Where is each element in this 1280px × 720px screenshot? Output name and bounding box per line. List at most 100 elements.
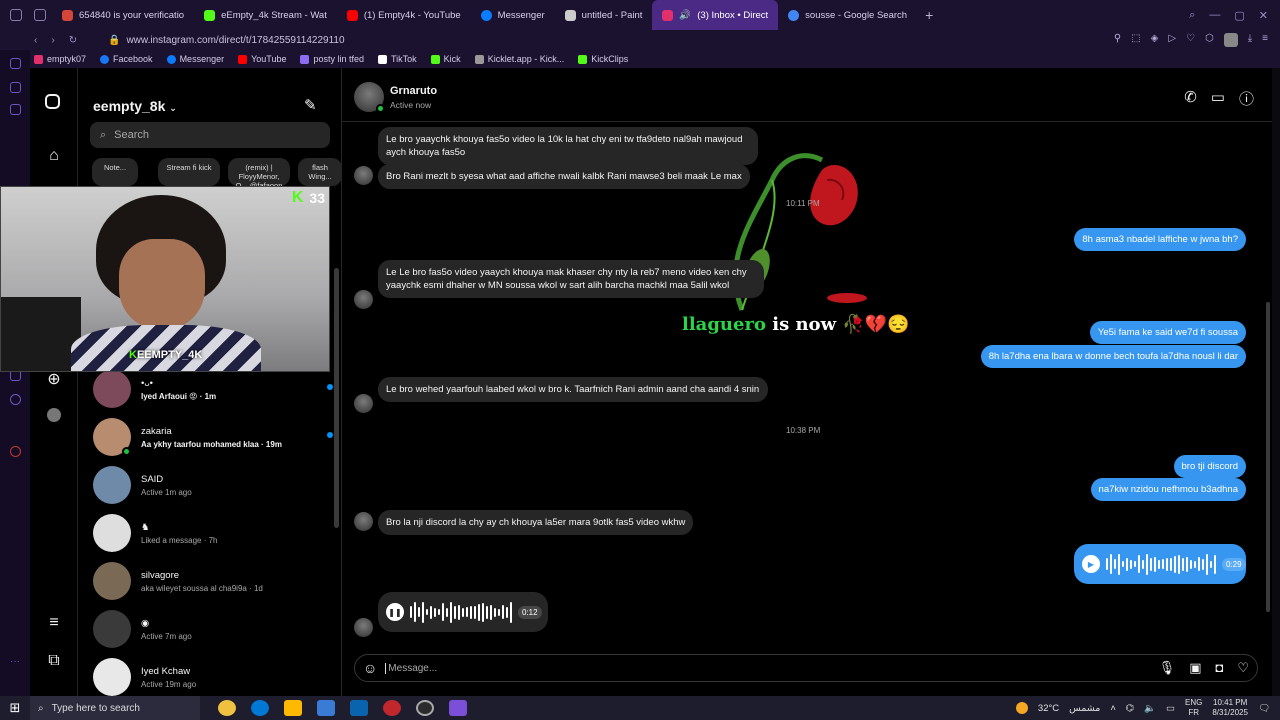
message-outgoing[interactable]: Ye5i fama ke said we7d fi soussa [1089, 321, 1246, 344]
profile-icon[interactable] [47, 408, 61, 422]
bookmark-emptyk07[interactable]: emptyk07 [34, 54, 86, 64]
player-icon[interactable]: ▷ [1168, 33, 1176, 47]
note-item[interactable]: Stream fi kick [158, 158, 220, 186]
close-icon[interactable]: ✕ [1259, 9, 1268, 22]
bookmark-facebook[interactable]: Facebook [100, 54, 153, 64]
meta-grid-icon[interactable]: ⧉ [45, 652, 63, 670]
video-call-icon[interactable]: ▭ [1211, 88, 1225, 109]
phone-icon[interactable]: ✆ [1184, 88, 1197, 109]
inbox-scrollbar[interactable] [334, 268, 339, 528]
tab-gmail[interactable]: 654840 is your verificatio [52, 0, 194, 30]
taskbar-search-input[interactable]: ⌕ Type here to search [30, 696, 200, 720]
more-menu-icon[interactable]: ≡ [45, 614, 63, 632]
tab-google-search[interactable]: sousse - Google Search [778, 0, 917, 30]
weather-temp[interactable]: 32°C [1038, 703, 1059, 714]
voice-message-outgoing[interactable]: ▶ 0:29 [1074, 544, 1246, 584]
language-indicator[interactable]: ENG FR [1185, 698, 1202, 718]
note-item[interactable]: (remix) | FloyyMenor, O... @fafaoon [228, 158, 290, 186]
settings-sidebar-icon[interactable] [10, 394, 21, 405]
messenger-sidebar-icon[interactable] [10, 104, 21, 115]
file-explorer-icon[interactable] [284, 700, 302, 716]
message-incoming[interactable]: Le bro wehed yaarfouh laabed wkol w bro … [378, 377, 768, 402]
edge-icon[interactable] [251, 700, 269, 716]
store-icon[interactable] [317, 700, 335, 716]
tab-messenger[interactable]: Messenger [471, 0, 555, 30]
message-input[interactable]: Message... [385, 662, 437, 674]
conversation-item[interactable]: SAID Active 1m ago [93, 462, 333, 508]
aria-icon[interactable] [10, 58, 21, 69]
menu-icon[interactable]: ≡ [1262, 33, 1268, 47]
bookmark-youtube[interactable]: YouTube [238, 54, 286, 64]
contact-name[interactable]: Grnaruto [390, 85, 437, 97]
chevron-up-icon[interactable]: ˄ [1110, 703, 1116, 714]
message-outgoing[interactable]: bro tji discord [1173, 455, 1246, 478]
bookmark-kicklet[interactable]: Kicklet.app - Kick... [474, 54, 564, 64]
note-own[interactable]: Note... [92, 158, 138, 186]
tab-paint[interactable]: untitled - Paint [555, 0, 653, 30]
home-icon[interactable]: ⌂ [45, 147, 63, 165]
contact-avatar[interactable] [354, 82, 385, 113]
conversation-item[interactable]: zakaria Aa ykhy taarfou mohamed klaa · 19… [93, 414, 333, 460]
conversation-item[interactable]: ◉ Active 7m ago [93, 606, 333, 652]
discord-icon[interactable] [449, 700, 467, 716]
snapshot-icon[interactable]: ⬚ [1131, 33, 1140, 47]
maximize-icon[interactable]: ▢ [1234, 9, 1244, 22]
instagram-sidebar-icon[interactable] [10, 82, 21, 93]
chat-scrollbar[interactable] [1264, 72, 1272, 648]
voice-message-incoming[interactable]: ❚❚ 0:12 [378, 592, 548, 632]
create-icon[interactable]: ⊕ [45, 371, 63, 389]
battery-icon[interactable]: ▭ [1166, 703, 1175, 714]
heart-icon[interactable]: ♡ [1237, 660, 1249, 676]
bookmark-tiktok[interactable]: TikTok [378, 54, 417, 64]
chrome-icon[interactable] [416, 700, 434, 716]
clock[interactable]: 10:41 PM 8/31/2025 [1212, 698, 1248, 718]
opera-gx-icon[interactable] [383, 700, 401, 716]
compose-icon[interactable]: ✎ [304, 96, 320, 114]
bookmark-kickclips[interactable]: KickClips [578, 54, 628, 64]
bookmark-messenger[interactable]: Messenger [166, 54, 224, 64]
network-icon[interactable]: ⌬ [1126, 703, 1134, 714]
conversation-item[interactable]: silvagore aka wileyet soussa al cha9i9a ·… [93, 558, 333, 604]
search-tabs-icon[interactable]: ⌕ [1189, 9, 1195, 22]
message-incoming[interactable]: Le Le bro fas5o video yaaych khouya mak … [378, 260, 764, 298]
volume-icon[interactable]: 🔈 [1144, 703, 1156, 714]
message-outgoing[interactable]: na7kiw nzidou nefhmou b3adhna [1090, 478, 1246, 501]
message-incoming[interactable]: Bro la nji discord la chy ay ch khouya l… [378, 510, 694, 535]
sticker-icon[interactable]: ◘ [1215, 660, 1223, 676]
pause-icon[interactable]: ❚❚ [386, 603, 404, 621]
forward-icon[interactable]: › [51, 35, 54, 46]
pin-icon[interactable]: ⚲ [1114, 33, 1121, 47]
chat-scroll-thumb[interactable] [1266, 302, 1270, 612]
reload-icon[interactable]: ↻ [69, 35, 77, 46]
message-outgoing[interactable]: 8h la7dha ena lbara w donne bech toufa l… [980, 345, 1246, 368]
heart-icon[interactable]: ♡ [1186, 33, 1195, 47]
gx-icon[interactable] [10, 446, 21, 457]
new-tab-button[interactable]: + [917, 7, 941, 23]
bookmark-kick[interactable]: Kick [430, 54, 461, 64]
emoji-icon[interactable]: ☺ [363, 660, 377, 676]
tab-youtube[interactable]: (1) Empty4k - YouTube [337, 0, 471, 30]
bookmark-posty[interactable]: posty lin tfed [300, 54, 364, 64]
notifications-icon[interactable]: 🗨 [1258, 703, 1270, 714]
message-outgoing[interactable]: 8h asma3 nbadel laffiche w jwna bh? [1074, 228, 1246, 251]
profile-avatar[interactable] [1223, 33, 1238, 47]
extensions-icon[interactable]: ⬡ [1205, 33, 1214, 47]
note-item[interactable]: flash Wing... [298, 158, 342, 186]
image-icon[interactable]: ▣ [1189, 660, 1201, 676]
conversation-item[interactable]: ♞ Liked a message · 7h [93, 510, 333, 556]
back-icon[interactable]: ‹ [34, 35, 37, 46]
conversation-item[interactable]: ⁠⁠⁠•ᴗ• Iyed Arfaoui 😡 · 1m [93, 366, 333, 412]
info-icon[interactable]: ⓘ [1239, 88, 1254, 109]
copilot-icon[interactable] [218, 700, 236, 716]
microphone-icon[interactable]: 🎙 [1159, 660, 1176, 676]
outlook-icon[interactable] [350, 700, 368, 716]
vpn-icon[interactable]: ◈ [1151, 33, 1159, 47]
conversation-item[interactable]: Iyed Kchaw Active 19m ago [93, 654, 333, 700]
play-icon[interactable]: ▶ [1082, 555, 1100, 573]
search-input[interactable]: ⌕ Search [90, 122, 330, 148]
download-icon[interactable]: ⤓ [1248, 33, 1252, 47]
minimize-icon[interactable]: — [1209, 9, 1220, 22]
tab-instagram-inbox[interactable]: 🔊 (3) Inbox • Direct [652, 0, 779, 30]
inbox-username[interactable]: eempty_8k ⌄ [93, 98, 177, 114]
more-icon[interactable]: ··· [10, 656, 21, 667]
